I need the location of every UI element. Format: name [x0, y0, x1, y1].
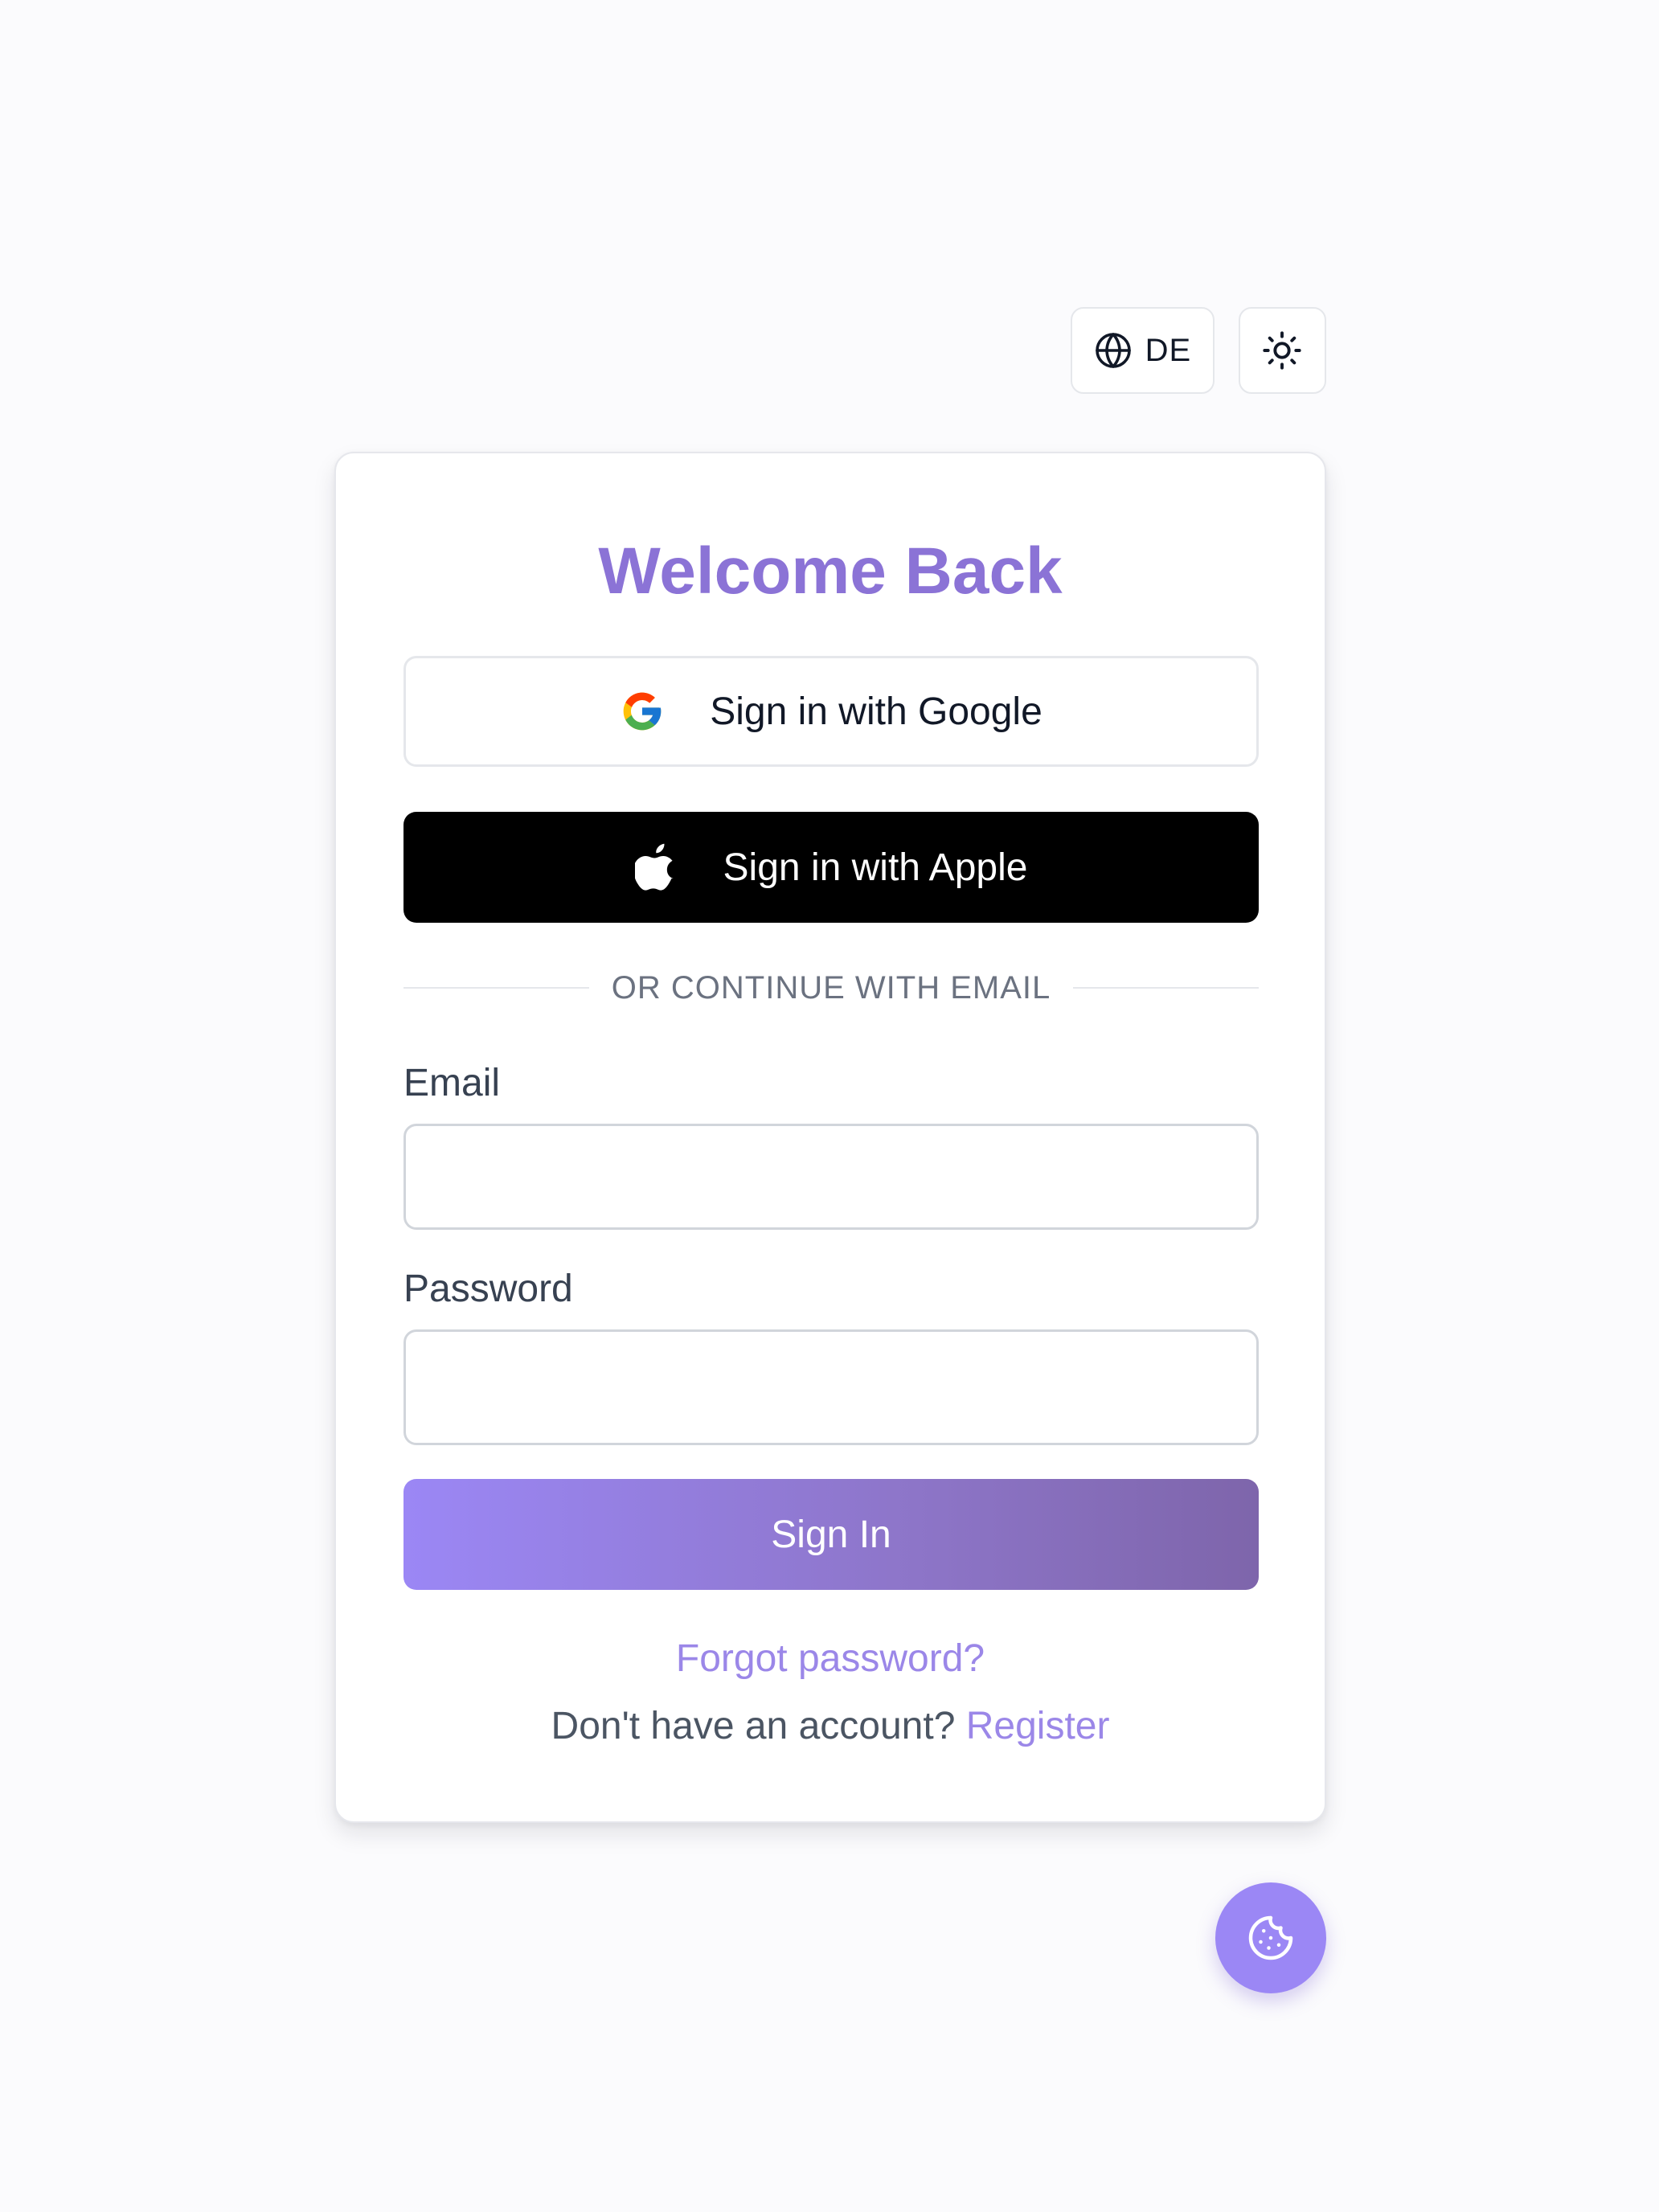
forgot-password-link[interactable]: Forgot password? — [336, 1636, 1325, 1681]
cookie-icon — [1247, 1914, 1295, 1962]
google-signin-label: Sign in with Google — [710, 690, 1043, 733]
language-label: DE — [1145, 332, 1192, 368]
globe-icon — [1094, 331, 1133, 370]
cookie-settings-button[interactable] — [1215, 1882, 1326, 1993]
apple-signin-label: Sign in with Apple — [723, 846, 1028, 889]
top-controls: DE — [1071, 307, 1326, 395]
page-title: Welcome Back — [598, 535, 1063, 608]
divider-line-left — [403, 987, 589, 989]
email-label: Email — [403, 1062, 501, 1104]
sign-in-button[interactable]: Sign In — [403, 1479, 1259, 1590]
email-divider: OR CONTINUE WITH EMAIL — [403, 968, 1260, 1008]
divider-text: OR CONTINUE WITH EMAIL — [611, 969, 1051, 1006]
google-signin-button[interactable]: Sign in with Google — [403, 656, 1259, 767]
language-button[interactable]: DE — [1071, 307, 1215, 394]
login-card: Welcome Back Sign in with Google Sign in… — [334, 452, 1326, 1823]
password-field[interactable] — [403, 1329, 1259, 1445]
apple-signin-button[interactable]: Sign in with Apple — [403, 812, 1259, 923]
email-field[interactable] — [403, 1124, 1259, 1230]
register-prompt: Don't have an account? — [551, 1705, 966, 1747]
register-link[interactable]: Register — [966, 1705, 1110, 1747]
theme-toggle-button[interactable] — [1238, 307, 1326, 394]
divider-line-right — [1073, 987, 1260, 989]
google-icon — [620, 689, 665, 734]
register-row: Don't have an account? Register — [336, 1704, 1325, 1748]
apple-icon — [634, 843, 678, 891]
sun-icon — [1261, 330, 1303, 371]
password-label: Password — [403, 1268, 573, 1310]
